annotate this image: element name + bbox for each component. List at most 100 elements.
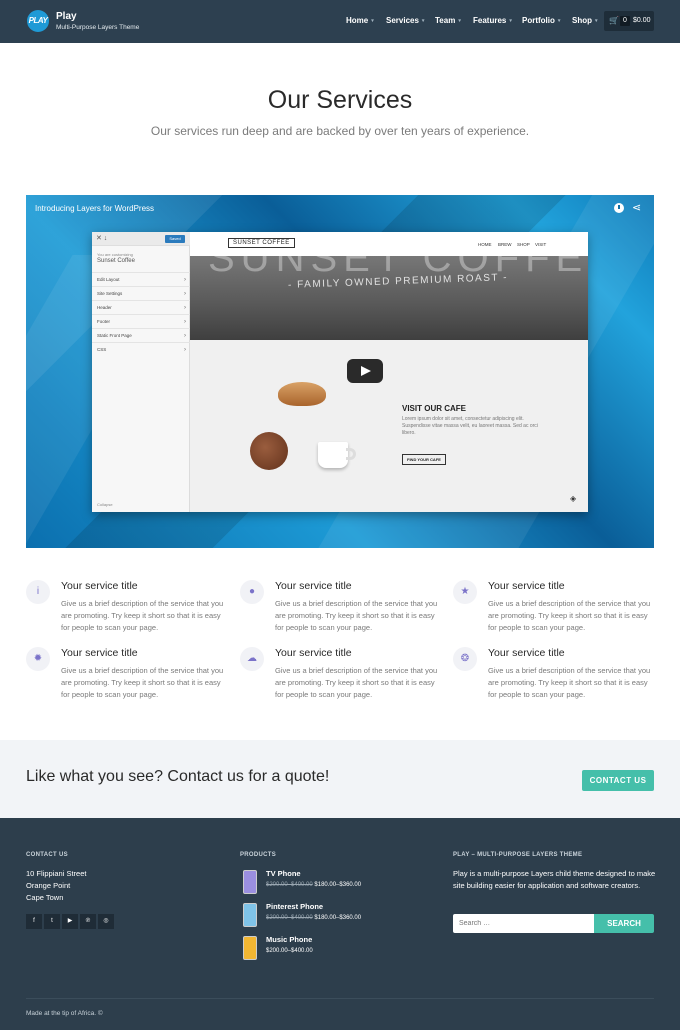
preview-nav-item: VISIT	[535, 242, 547, 247]
product-name[interactable]: TV Phone	[266, 869, 301, 878]
about-heading: PLAY – MULTI-PURPOSE LAYERS THEME	[453, 852, 583, 858]
product-thumbnail[interactable]	[243, 870, 257, 894]
address-line: Cape Town	[26, 893, 64, 902]
service-title: Your service title	[61, 647, 138, 659]
preview-nav-item: HOME	[478, 242, 492, 247]
address-line: 10 Flippiani Street	[26, 869, 87, 878]
service-title: Your service title	[488, 580, 565, 592]
product-name[interactable]: Pinterest Phone	[266, 902, 323, 911]
brand-tagline: Multi-Purpose Layers Theme	[56, 24, 140, 31]
panel-item: CSS ›	[92, 342, 190, 356]
contact-us-button[interactable]: CONTACT US	[582, 770, 654, 791]
play-button[interactable]	[347, 359, 383, 383]
preview-nav-item: BREW	[498, 242, 512, 247]
preview-site-logo: SUNSET COFFEE	[228, 238, 295, 248]
cup-image	[318, 442, 348, 468]
panel-item: Header ›	[92, 300, 190, 314]
preview-nav-item: SHOP	[517, 242, 530, 247]
product-thumbnail[interactable]	[243, 903, 257, 927]
play-logo[interactable]: PLAY	[27, 10, 49, 32]
preview-hero-image: SUNSET COFFEE - FAMILY OWNED PREMIUM ROA…	[190, 256, 588, 340]
preview-visit-button: FIND YOUR CAFE	[402, 454, 446, 465]
chevron-right-icon: ›	[184, 291, 186, 297]
croissant-image	[278, 382, 326, 406]
customizing-site: Sunset Coffee	[97, 258, 135, 264]
video-title[interactable]: Introducing Layers for WordPress	[35, 204, 154, 213]
product-price: $200.00–$400.00 $180.00–$360.00	[266, 882, 362, 888]
gear-icon: ✹	[26, 647, 50, 671]
cta-text: Like what you see? Contact us for a quot…	[26, 768, 330, 785]
facebook-icon[interactable]: f	[26, 914, 42, 929]
contact-heading: CONTACT US	[26, 852, 68, 858]
dribbble-icon[interactable]: ◎	[98, 914, 114, 929]
nav-portfolio[interactable]: Portfolio ▾	[522, 16, 560, 25]
service-description: Give us a brief description of the servi…	[488, 666, 651, 699]
support-icon: ❂	[453, 647, 477, 671]
service-description: Give us a brief description of the servi…	[275, 599, 438, 632]
chevron-down-icon: ▾	[421, 17, 425, 24]
watch-later-icon[interactable]	[614, 203, 624, 213]
cart-total: $0.00	[633, 17, 651, 24]
chevron-right-icon: ›	[184, 277, 186, 283]
pinterest-icon[interactable]: ℗	[80, 914, 96, 929]
cart-icon: 🛒	[609, 16, 619, 25]
customizer-topbar: ✕ ↓ Saved	[92, 232, 190, 246]
service-description: Give us a brief description of the servi…	[61, 666, 224, 699]
search-input[interactable]	[453, 914, 594, 933]
nav-team[interactable]: Team ▾	[435, 16, 461, 25]
chevron-down-icon: ▾	[595, 17, 598, 24]
product-price: $200.00–$400.00 $180.00–$360.00	[266, 915, 362, 921]
chevron-down-icon: ▾	[458, 17, 461, 24]
cloud-icon: ☁	[240, 647, 264, 671]
service-description: Give us a brief description of the servi…	[275, 666, 438, 699]
nav-home[interactable]: Home ▾	[346, 16, 374, 25]
panel-item: Footer ›	[92, 314, 190, 328]
chevron-right-icon: ›	[184, 333, 186, 339]
chevron-right-icon: ›	[184, 347, 186, 353]
piggy-bank-icon: ●	[240, 580, 264, 604]
share-icon[interactable]: ⋖	[632, 201, 641, 214]
close-icon: ✕ ↓	[96, 235, 108, 242]
cookie-image	[250, 432, 288, 470]
search-button[interactable]: SEARCH	[594, 914, 654, 933]
info-icon: i	[26, 580, 50, 604]
product-name[interactable]: Music Phone	[266, 935, 312, 944]
chevron-right-icon: ›	[184, 305, 186, 311]
youtube-icon[interactable]: ▶	[62, 914, 78, 929]
service-title: Your service title	[61, 580, 138, 592]
address-line: Orange Point	[26, 881, 71, 890]
video-screenshot: ✕ ↓ Saved You are customizing Sunset Cof…	[92, 232, 588, 512]
service-title: Your service title	[488, 647, 565, 659]
copyright: Made at the tip of Africa. ©	[26, 1010, 103, 1017]
brand-title[interactable]: Play	[56, 11, 77, 22]
site-footer: CONTACT US 10 Flippiani Street Orange Po…	[0, 818, 680, 1030]
chevron-right-icon: ›	[184, 319, 186, 325]
product-thumbnail[interactable]	[243, 936, 257, 960]
nav-services[interactable]: Services ▾	[386, 16, 424, 25]
service-description: Give us a brief description of the servi…	[488, 599, 651, 632]
site-header: PLAY Play Multi-Purpose Layers Theme Hom…	[0, 0, 680, 43]
service-title: Your service title	[275, 580, 352, 592]
cart-count: 0	[620, 16, 630, 26]
panel-item: Edit Layout ›	[92, 272, 190, 286]
video-player[interactable]: Introducing Layers for WordPress ⋖ ✕ ↓ S…	[26, 195, 654, 548]
chevron-down-icon: ▾	[371, 17, 374, 24]
nav-features[interactable]: Features ▾	[473, 16, 512, 25]
twitter-icon[interactable]: t	[44, 914, 60, 929]
footer-divider	[26, 998, 654, 999]
collapse-label: Collapse	[97, 502, 113, 507]
page-title: Our Services	[267, 86, 413, 114]
preview-visit-title: VISIT OUR CAFE	[402, 404, 467, 413]
star-icon: ★	[453, 580, 477, 604]
panel-item: Site Settings ›	[92, 286, 190, 300]
customizing-label: You are customizing	[97, 252, 133, 257]
product-price: $200.00–$400.00	[266, 948, 313, 954]
chevron-down-icon: ▾	[557, 17, 561, 24]
saved-button: Saved	[165, 235, 185, 243]
panel-item: Static Front Page ›	[92, 328, 190, 342]
nav-shop[interactable]: Shop ▾	[572, 16, 598, 25]
products-heading: PRODUCTS	[240, 852, 277, 858]
customizer-panel: ✕ ↓ Saved You are customizing Sunset Cof…	[92, 232, 190, 512]
cart-button[interactable]: 🛒 0 $0.00	[604, 11, 654, 31]
about-text: Play is a multi-purpose Layers child the…	[453, 869, 656, 890]
